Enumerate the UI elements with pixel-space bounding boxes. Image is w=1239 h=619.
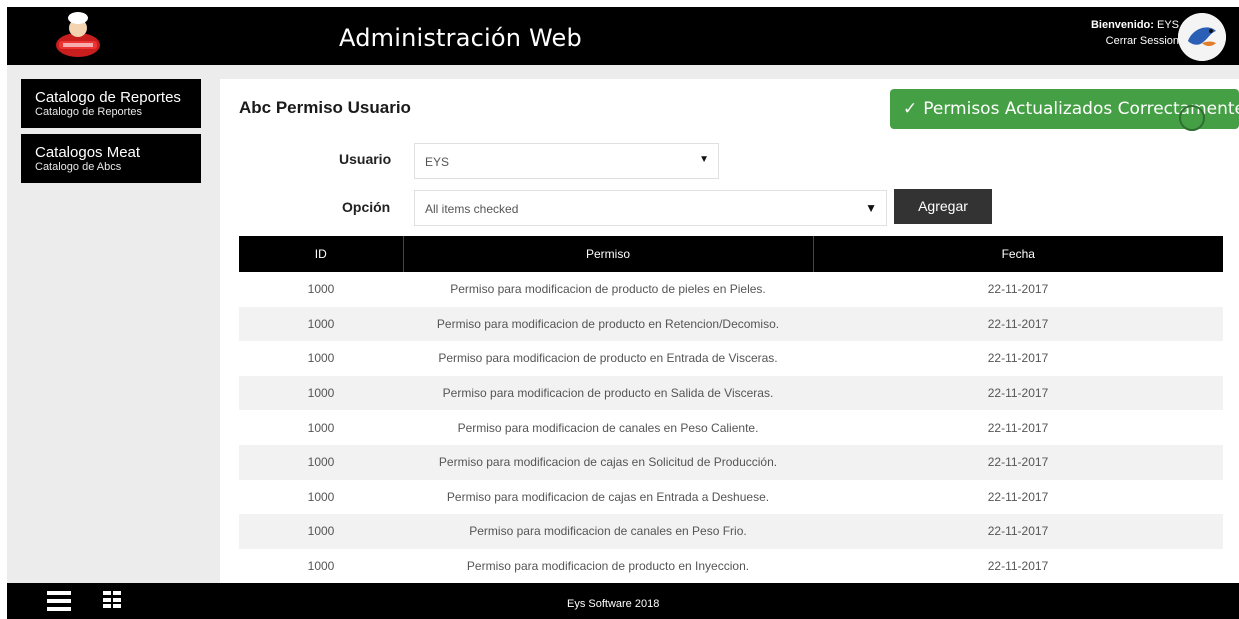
- avatar[interactable]: [1178, 13, 1226, 61]
- column-header-permiso[interactable]: Permiso: [403, 236, 814, 272]
- opcion-label: Opción: [342, 199, 391, 215]
- chef-logo-icon[interactable]: [53, 11, 103, 61]
- cell-fecha: 22-11-2017: [987, 489, 1049, 504]
- cell-id: 1000: [307, 351, 335, 366]
- cell-fecha: 22-11-2017: [987, 420, 1049, 435]
- page-title: Abc Permiso Usuario: [239, 98, 411, 117]
- cell-permiso: Permiso para modificacion de producto en…: [438, 351, 778, 366]
- sidebar-item-catalogo-reportes[interactable]: Catalogo de Reportes Catalogo de Reporte…: [21, 79, 201, 128]
- table-header-row: ID Permiso Fecha: [239, 236, 1223, 272]
- top-bar: Administración Web Bienvenido: EYS Cerra…: [7, 7, 1239, 65]
- cell-fecha: 22-11-2017: [987, 282, 1049, 297]
- usuario-value: EYS: [425, 155, 450, 169]
- cell-id: 1000: [307, 524, 335, 539]
- grid-icon[interactable]: [103, 591, 121, 609]
- chevron-down-icon: ▼: [865, 201, 877, 215]
- cell-permiso: Permiso para modificacion de producto en…: [442, 386, 774, 401]
- sidebar-item-title: Catalogo de Reportes: [35, 89, 181, 106]
- cell-fecha: 22-11-2017: [987, 316, 1049, 331]
- table-row[interactable]: 1000 Permiso para modificacion de product…: [239, 375, 1223, 411]
- content-gap: [220, 65, 1239, 79]
- sidebar-item-subtitle: Catalogo de Reportes: [35, 106, 143, 118]
- cell-permiso: Permiso para modificacion de canales en …: [457, 420, 759, 435]
- chevron-down-icon: ▼: [699, 154, 709, 165]
- username: EYS: [1156, 19, 1179, 31]
- cell-fecha: 22-11-2017: [987, 351, 1049, 366]
- cell-permiso: Permiso para modificacion de producto de…: [450, 282, 766, 297]
- table-row[interactable]: 1000 Permiso para modificacion de product…: [239, 341, 1223, 376]
- table-row[interactable]: 1000 Permiso para modificacion de product…: [239, 549, 1223, 584]
- cell-id: 1000: [307, 282, 335, 297]
- column-header-fecha[interactable]: Fecha: [813, 236, 1223, 272]
- table-row[interactable]: 1000 Permiso para modificacion de canales…: [239, 410, 1223, 445]
- check-icon: ✓: [903, 99, 918, 119]
- table-row[interactable]: 1000 Permiso para modificacion de canales…: [239, 514, 1223, 549]
- usuario-select[interactable]: EYS ▼: [414, 143, 719, 179]
- toast-close-icon[interactable]: [1179, 105, 1205, 131]
- user-box: Bienvenido: EYS Cerrar Session: [1091, 17, 1179, 49]
- cell-fecha: 22-11-2017: [987, 559, 1049, 574]
- table-row[interactable]: 1000 Permiso para modificacion de product…: [239, 306, 1223, 342]
- cell-id: 1000: [307, 386, 335, 401]
- sidebar-item-title: Catalogos Meat: [35, 144, 141, 161]
- cell-id: 1000: [307, 420, 335, 435]
- opcion-value: All items checked: [425, 202, 519, 216]
- footer-bar: Eys Software 2018: [7, 583, 1239, 619]
- bird-avatar-icon: [1178, 13, 1226, 61]
- hamburger-icon[interactable]: [47, 591, 71, 611]
- cell-permiso: Permiso para modificacion de canales en …: [469, 524, 747, 539]
- welcome-label: Bienvenido:: [1090, 19, 1154, 31]
- table-row[interactable]: 1000 Permiso para modificacion de cajas e…: [239, 444, 1223, 480]
- cell-id: 1000: [307, 559, 335, 574]
- app-title: Administración Web: [339, 24, 582, 52]
- cell-permiso: Permiso para modificacion de producto en…: [436, 316, 780, 331]
- footer-text: Eys Software 2018: [567, 598, 660, 610]
- permissions-table: ID Permiso Fecha 1000 Permiso para modifi…: [239, 236, 1223, 583]
- table-row[interactable]: 1000 Permiso para modificacion de product…: [239, 272, 1223, 307]
- sidebar-item-subtitle: Catalogo de Abcs: [35, 161, 122, 173]
- usuario-label: Usuario: [339, 151, 392, 167]
- cell-id: 1000: [307, 316, 335, 331]
- add-button[interactable]: Agregar: [894, 189, 992, 224]
- cell-permiso: Permiso para modificacion de cajas en En…: [446, 489, 770, 504]
- column-header-id[interactable]: ID: [239, 236, 404, 272]
- cell-fecha: 22-11-2017: [987, 386, 1049, 401]
- table-row[interactable]: 1000 Permiso para modificacion de cajas e…: [239, 480, 1223, 515]
- cell-fecha: 22-11-2017: [987, 455, 1049, 470]
- cell-permiso: Permiso para modificacion de cajas en So…: [438, 455, 778, 470]
- cell-fecha: 22-11-2017: [987, 524, 1049, 539]
- cell-permiso: Permiso para modificacion de producto en…: [466, 559, 750, 574]
- sidebar-item-catalogos-meat[interactable]: Catalogos Meat Catalogo de Abcs: [21, 134, 201, 183]
- opcion-select[interactable]: All items checked ▼: [414, 190, 887, 226]
- cell-id: 1000: [307, 489, 335, 504]
- logout-link[interactable]: Cerrar Session: [1091, 33, 1179, 49]
- cell-id: 1000: [307, 455, 335, 470]
